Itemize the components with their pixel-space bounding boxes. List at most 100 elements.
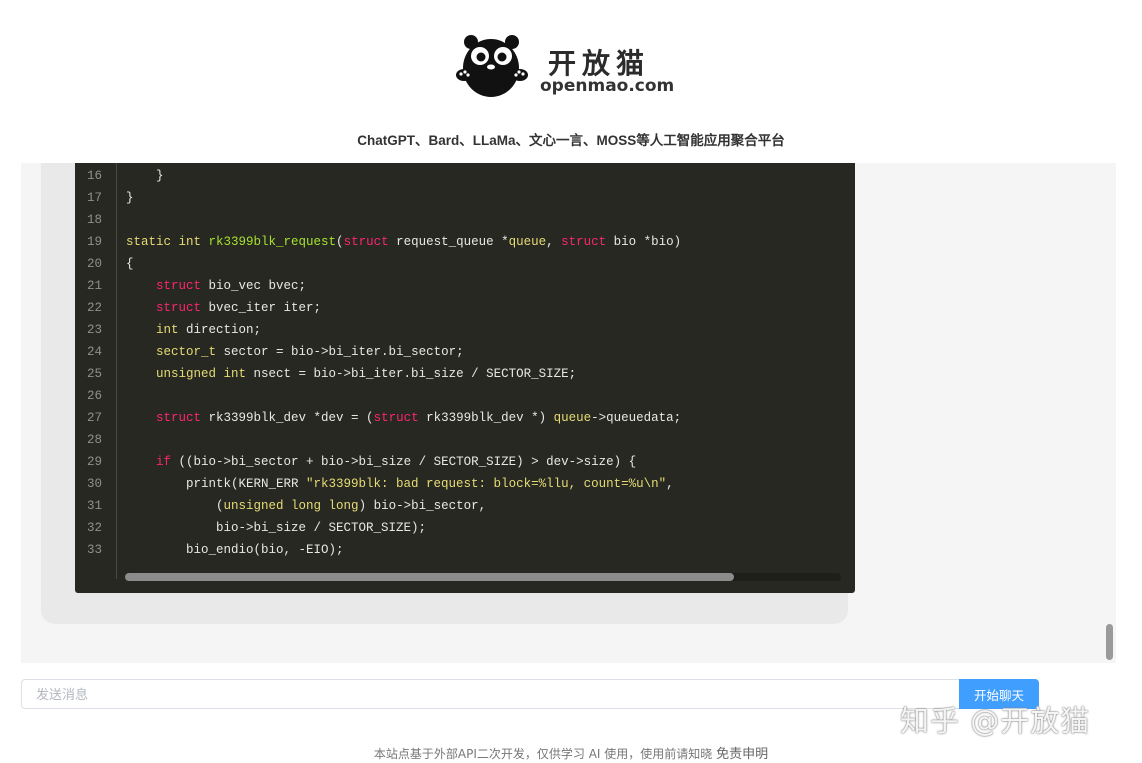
- header: 开放猫 openmao.com ChatGPT、Bard、LLaMa、文心一言、…: [0, 0, 1142, 163]
- code-token: nsect = bio->bi_iter.bi_size / SECTOR_SI…: [246, 367, 577, 381]
- code-line: 21 struct bio_vec bvec;: [75, 275, 855, 297]
- code-block[interactable]: 16 } 17} 18 19 static int rk3399blk_request(…: [75, 163, 855, 593]
- code-token: struct: [156, 301, 202, 315]
- code-token: struct: [156, 411, 202, 425]
- code-text: struct bvec_iter iter;: [126, 297, 321, 319]
- line-number: 28: [86, 433, 102, 447]
- code-text: {: [126, 253, 134, 275]
- code-token: }: [126, 191, 134, 205]
- code-token: printk(KERN_ERR: [126, 477, 307, 491]
- code-token: static int: [126, 235, 209, 249]
- line-number: 26: [86, 389, 102, 403]
- code-text: struct bio_vec bvec;: [126, 275, 306, 297]
- code-line: 29 if ((bio->bi_sector + bio->bi_size / …: [75, 451, 855, 473]
- code-token: bio_endio(bio, -EIO);: [126, 543, 344, 557]
- code-text: bio_endio(bio, -EIO);: [126, 539, 344, 561]
- code-line: 24 sector_t sector = bio->bi_iter.bi_sec…: [75, 341, 855, 363]
- footer-text: 本站点基于外部API二次开发，仅供学习 AI 使用，使用前请知晓: [373, 747, 717, 761]
- line-number: 23: [86, 323, 102, 337]
- code-horizontal-scrollbar-thumb[interactable]: [125, 573, 734, 581]
- line-number: 19: [86, 235, 102, 249]
- code-line: 22 struct bvec_iter iter;: [75, 297, 855, 319]
- code-text: }: [126, 165, 164, 187]
- code-line: 26: [75, 385, 855, 407]
- code-token: bvec_iter iter;: [201, 301, 322, 315]
- line-number: 30: [86, 477, 102, 491]
- chat-vertical-scrollbar-thumb[interactable]: [1106, 624, 1113, 660]
- line-number: 20: [86, 257, 102, 271]
- code-line: 20 {: [75, 253, 855, 275]
- code-line: 30 printk(KERN_ERR "rk3399blk: bad reque…: [75, 473, 855, 495]
- code-token: bio->bi_size / SECTOR_SIZE);: [126, 521, 427, 535]
- line-number: 17: [86, 191, 102, 205]
- code-line: 33 bio_endio(bio, -EIO);: [75, 539, 855, 561]
- code-token: rk3399blk_dev *dev = (: [201, 411, 374, 425]
- code-line: 31 (unsigned long long) bio->bi_sector,: [75, 495, 855, 517]
- code-token: unsigned long long: [223, 499, 359, 513]
- code-token: int: [156, 323, 179, 337]
- code-token: bio_vec bvec;: [201, 279, 307, 293]
- code-token: struct: [373, 411, 419, 425]
- code-token: ) bio->bi_sector,: [358, 499, 487, 513]
- code-token: struct: [561, 235, 607, 249]
- code-line: 19 static int rk3399blk_request(struct re…: [75, 231, 855, 253]
- footer-disclaimer: 本站点基于外部API二次开发，仅供学习 AI 使用，使用前请知晓 免责申明: [0, 743, 1142, 762]
- code-text: }: [126, 187, 134, 209]
- message-input[interactable]: [21, 679, 960, 709]
- code-token: rk3399blk_request: [208, 235, 337, 249]
- code-text: printk(KERN_ERR "rk3399blk: bad request:…: [126, 473, 674, 495]
- line-number: 24: [86, 345, 102, 359]
- code-token: rk3399blk_dev *): [418, 411, 554, 425]
- page-tagline: ChatGPT、Bard、LLaMa、文心一言、MOSS等人工智能应用聚合平台: [357, 133, 785, 148]
- line-number: 22: [86, 301, 102, 315]
- code-text: struct rk3399blk_dev *dev = (struct rk33…: [126, 407, 681, 429]
- code-text: bio->bi_size / SECTOR_SIZE);: [126, 517, 426, 539]
- code-token: (: [336, 235, 344, 249]
- code-token: queue: [508, 235, 547, 249]
- line-number: 32: [86, 521, 102, 535]
- code-text: unsigned int nsect = bio->bi_iter.bi_siz…: [126, 363, 576, 385]
- line-number: 16: [86, 169, 102, 183]
- line-number: 25: [86, 367, 102, 381]
- code-token: {: [126, 257, 134, 271]
- code-token: ,: [666, 477, 674, 491]
- line-number: 21: [86, 279, 102, 293]
- code-token: sector_t: [156, 345, 217, 359]
- disclaimer-link[interactable]: 免责申明: [716, 747, 768, 762]
- assistant-message-bubble: 16 } 17} 18 19 static int rk3399blk_request(…: [41, 163, 855, 624]
- code-line: 32 bio->bi_size / SECTOR_SIZE);: [75, 517, 855, 539]
- code-token: if: [156, 455, 172, 469]
- code-line: 23 int direction;: [75, 319, 855, 341]
- zhihu-watermark: 知乎 @开放猫: [900, 704, 1091, 738]
- code-token: ((bio->bi_sector + bio->bi_size / SECTOR…: [171, 455, 637, 469]
- code-line: 16 }: [75, 165, 855, 187]
- code-line: 27 struct rk3399blk_dev *dev = (struct r…: [75, 407, 855, 429]
- code-token: ->queuedata;: [591, 411, 682, 425]
- code-token: queue: [553, 411, 592, 425]
- line-number: 27: [86, 411, 102, 425]
- code-token: struct: [343, 235, 389, 249]
- code-line: 25 unsigned int nsect = bio->bi_iter.bi_…: [75, 363, 855, 385]
- line-number: 31: [86, 499, 102, 513]
- code-token: ,: [546, 235, 562, 249]
- code-text: static int rk3399blk_request(struct requ…: [126, 231, 681, 253]
- chat-message-area[interactable]: 16 } 17} 18 19 static int rk3399blk_request(…: [21, 163, 1116, 663]
- code-token: struct: [156, 279, 202, 293]
- code-line: 17}: [75, 187, 855, 209]
- code-text: sector_t sector = bio->bi_iter.bi_sector…: [126, 341, 464, 363]
- code-token: }: [126, 169, 164, 183]
- code-token: sector = bio->bi_iter.bi_sector;: [216, 345, 464, 359]
- code-token: "rk3399blk: bad request: block=%llu, cou…: [306, 477, 667, 491]
- code-line: 28: [75, 429, 855, 451]
- code-lines: 16 } 17} 18 19 static int rk3399blk_request(…: [75, 165, 855, 561]
- code-text: (unsigned long long) bio->bi_sector,: [126, 495, 486, 517]
- code-token: bio *bio): [606, 235, 682, 249]
- code-token: request_queue *: [388, 235, 509, 249]
